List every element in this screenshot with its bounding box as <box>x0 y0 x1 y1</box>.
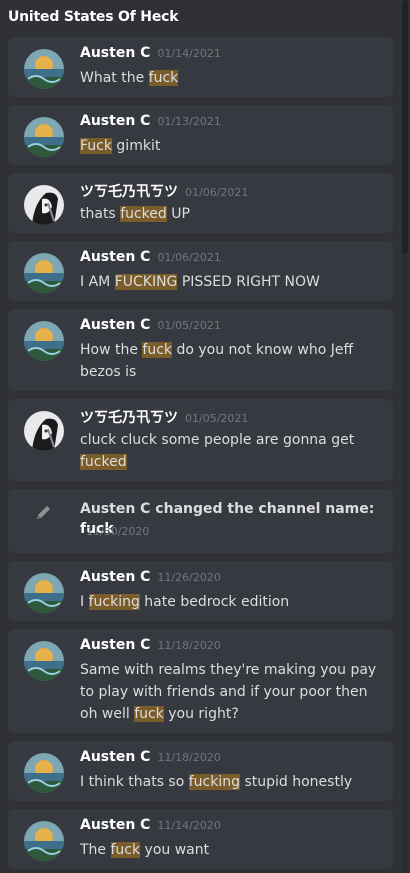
search-result-message[interactable]: Austen C 01/13/2021 Fuck gimkit <box>8 105 393 165</box>
message-content: cluck cluck some people are gonna get fu… <box>80 432 355 470</box>
search-highlight: fucking <box>188 774 241 790</box>
author-name[interactable]: Austen C 11/26/2020 <box>80 569 221 585</box>
scrollbar-thumb[interactable] <box>402 0 408 254</box>
avatar[interactable] <box>24 753 64 793</box>
search-highlight: fucking <box>88 594 140 610</box>
message-timestamp: 01/05/2021 <box>157 319 221 332</box>
message-timestamp: 11/14/2020 <box>157 819 221 832</box>
author-name[interactable]: Austen C 01/14/2021 <box>80 45 221 61</box>
search-highlight: FUCKING <box>114 274 178 290</box>
message-timestamp: 11/18/2020 <box>157 639 221 652</box>
author-name[interactable]: Austen C <box>80 501 150 517</box>
search-highlight: fuck <box>134 706 164 722</box>
message-timestamp: 11/18/2020 <box>157 751 221 764</box>
message-timestamp: 01/05/2021 <box>185 412 249 425</box>
system-message-channel-rename[interactable]: Austen C changed the channel name: fuck … <box>8 489 393 553</box>
search-highlight: fucked <box>80 454 127 470</box>
author-name[interactable]: Austen C 01/06/2021 <box>80 249 221 265</box>
author-name[interactable]: Austen C 01/13/2021 <box>80 113 221 129</box>
search-highlight: fucked <box>120 206 167 222</box>
message-content: How the fuck do you not know who Jeff be… <box>80 342 354 380</box>
message-content: thats fucked UP <box>80 206 190 222</box>
search-result-message[interactable]: Austen C 11/18/2020 I think thats so fuck… <box>8 741 393 801</box>
author-name[interactable]: Austen C 11/14/2020 <box>80 817 221 833</box>
message-content: Same with realms they're making you pay … <box>80 662 377 722</box>
search-result-message[interactable]: Austen C 01/14/2021 What the fuck <box>8 37 393 97</box>
pencil-icon <box>35 503 53 525</box>
message-timestamp: 11/26/2020 <box>157 571 221 584</box>
message-content: I think thats so fucking stupid honestly <box>80 774 353 790</box>
avatar[interactable] <box>24 321 64 361</box>
message-timestamp: 11/30/2020 <box>86 525 150 538</box>
message-timestamp: 01/06/2021 <box>185 186 249 199</box>
message-timestamp: 01/13/2021 <box>157 115 221 128</box>
search-result-message[interactable]: Austen C 01/06/2021 I AM FUCKING PISSED R… <box>8 241 393 301</box>
message-content: I fucking hate bedrock edition <box>80 594 290 610</box>
avatar[interactable] <box>24 185 64 225</box>
avatar[interactable] <box>24 411 64 451</box>
search-highlight: fuck <box>142 342 173 358</box>
author-name[interactable]: ツㄎ乇乃卂ㄎツ 01/05/2021 <box>80 407 248 427</box>
message-content: The fuck you want <box>80 842 210 858</box>
avatar[interactable] <box>24 641 64 681</box>
search-highlight: fuck <box>148 70 179 86</box>
search-result-message[interactable]: Austen C 11/18/2020 Same with realms they… <box>8 629 393 733</box>
author-name[interactable]: Austen C 11/18/2020 <box>80 637 221 653</box>
author-name[interactable]: Austen C 01/05/2021 <box>80 317 221 333</box>
avatar[interactable] <box>24 117 64 157</box>
search-highlight: Fuck <box>80 138 112 154</box>
avatar[interactable] <box>24 253 64 293</box>
author-name[interactable]: Austen C 11/18/2020 <box>80 749 221 765</box>
author-name[interactable]: ツㄎ乇乃卂ㄎツ 01/06/2021 <box>80 181 248 201</box>
message-content: Fuck gimkit <box>80 138 161 154</box>
search-result-message[interactable]: Austen C 11/26/2020 I fucking hate bedroc… <box>8 561 393 621</box>
search-result-message[interactable]: Austen C 01/05/2021 How the fuck do you n… <box>8 309 393 391</box>
avatar[interactable] <box>24 821 64 861</box>
avatar[interactable] <box>24 49 64 89</box>
message-timestamp: 01/14/2021 <box>157 47 221 60</box>
search-result-message[interactable]: Austen C 11/14/2020 The fuck you want <box>8 809 393 869</box>
message-content: What the fuck <box>80 70 179 86</box>
search-result-message[interactable]: ツㄎ乇乃卂ㄎツ 01/06/2021 thats fucked UP <box>8 173 393 233</box>
message-timestamp: 01/06/2021 <box>157 251 221 264</box>
search-result-message[interactable]: ツㄎ乇乃卂ㄎツ 01/05/2021 cluck cluck some peopl… <box>8 399 393 481</box>
avatar[interactable] <box>24 573 64 613</box>
message-content: I AM FUCKING PISSED RIGHT NOW <box>80 274 320 290</box>
channel-title: United States Of Heck <box>8 9 179 25</box>
search-highlight: fuck <box>110 842 141 858</box>
